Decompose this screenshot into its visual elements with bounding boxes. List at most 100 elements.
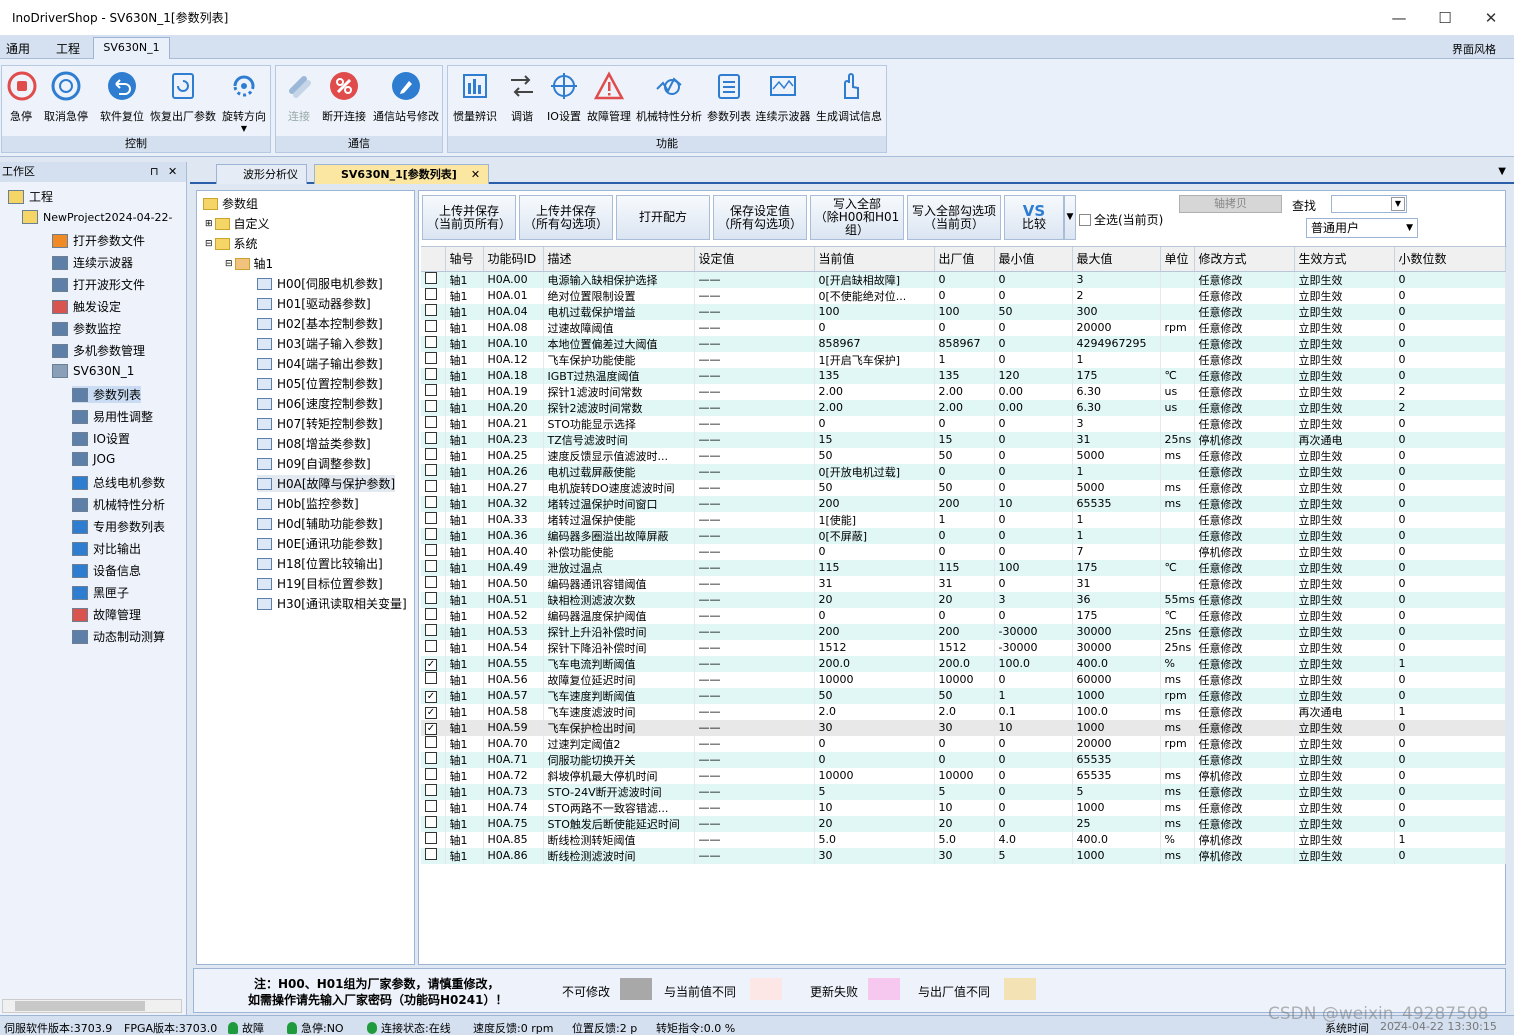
row-checkbox[interactable]: [425, 768, 437, 780]
workspace-item-3[interactable]: 连续示波器: [52, 254, 133, 271]
tree-group-item[interactable]: H0E[通讯功能参数]: [257, 535, 383, 552]
table-row[interactable]: 轴1 H0A.51 缺相检测滤波次数 —— 20 20 3 36 55ms 任意修改 立即生效 0: [421, 591, 1506, 608]
table-cell[interactable]: ——: [694, 399, 815, 416]
workspace-item-10[interactable]: 易用性调整: [72, 408, 153, 425]
row-checkbox[interactable]: [425, 624, 437, 636]
upload-save-checked-button[interactable]: 上传并保存 （所有勾选项）: [519, 195, 613, 240]
row-checkbox[interactable]: [425, 336, 437, 348]
table-row[interactable]: 轴1 H0A.18 IGBT过热温度阈值 —— 135 135 120 175 ℃ 任意修改 立即生…: [421, 367, 1506, 384]
checkbox-cell[interactable]: [421, 815, 446, 832]
column-header[interactable]: 修改方式: [1194, 247, 1295, 272]
menu-style[interactable]: 界面风格: [1452, 41, 1496, 57]
checkbox-cell[interactable]: [421, 831, 446, 848]
workspace-item-15[interactable]: 专用参数列表: [72, 518, 165, 535]
table-cell[interactable]: ——: [694, 671, 815, 688]
row-checkbox[interactable]: [425, 544, 437, 556]
table-cell[interactable]: ——: [694, 271, 815, 288]
table-row[interactable]: 轴1 H0A.75 STO触发后断使能延迟时间 —— 20 20 0 25 ms 任意修改 立即生效…: [421, 815, 1506, 832]
row-checkbox[interactable]: [425, 368, 437, 380]
workspace-item-4[interactable]: 打开波形文件: [52, 276, 145, 293]
tree-group-item[interactable]: H18[位置比较输出]: [257, 555, 383, 572]
row-checkbox[interactable]: [425, 832, 437, 844]
row-checkbox[interactable]: [425, 464, 437, 476]
workspace-item-5[interactable]: 触发设定: [52, 298, 121, 315]
row-checkbox[interactable]: ✓: [425, 706, 437, 719]
checkbox-cell[interactable]: [421, 415, 446, 432]
workspace-item-14[interactable]: 机械特性分析: [72, 496, 165, 513]
menu-project[interactable]: 工程: [56, 40, 80, 57]
table-row[interactable]: ✓ 轴1 H0A.57 飞车速度判断阈值 —— 50 50 1 1000 rpm 任意修改 立即生效 0: [421, 687, 1506, 704]
checkbox-cell[interactable]: [421, 447, 446, 464]
row-checkbox[interactable]: [425, 496, 437, 508]
workspace-item-8[interactable]: SV630N_1: [52, 364, 134, 378]
cancel-estop-button[interactable]: 取消急停: [42, 70, 90, 124]
checkbox-cell[interactable]: [421, 351, 446, 368]
compare-button[interactable]: VS 比较: [1004, 195, 1064, 240]
checkbox-cell[interactable]: [421, 495, 446, 512]
checkbox-cell[interactable]: [421, 319, 446, 336]
table-row[interactable]: 轴1 H0A.27 电机旋转DO速度滤波时间 —— 50 50 0 5000 ms 任意修改 立即生…: [421, 479, 1506, 496]
table-row[interactable]: ✓ 轴1 H0A.55 飞车电流判断阈值 —— 200.0 200.0 100.0 400.0%…: [421, 655, 1506, 672]
checkbox-cell[interactable]: [421, 623, 446, 640]
table-cell[interactable]: ——: [694, 687, 815, 704]
checkbox-cell[interactable]: [421, 767, 446, 784]
factory-reset-button[interactable]: 恢复出厂参数: [150, 70, 216, 124]
pin-icon[interactable]: ⊓: [150, 162, 159, 182]
table-cell[interactable]: ——: [694, 543, 815, 560]
table-row[interactable]: ✓ 轴1 H0A.59 飞车保护检出时间 —— 30 30 10 1000 ms 任意修改 立即生效 0: [421, 719, 1506, 736]
table-row[interactable]: 轴1 H0A.72 斜坡停机最大停机时间 —— 10000 10000 0 65535 ms 停机…: [421, 767, 1506, 784]
table-row[interactable]: 轴1 H0A.12 飞车保护功能使能 —— 1[开启飞车保护] 1 0 1 任意修改 立即生效 0: [421, 351, 1506, 368]
tabs-dropdown-icon[interactable]: ▼: [1498, 166, 1506, 177]
table-row[interactable]: 轴1 H0A.56 故障复位延迟时间 —— 10000 10000 0 60000 ms 任意修改…: [421, 671, 1506, 688]
tree-group-item[interactable]: H04[端子输出参数]: [257, 355, 383, 372]
workspace-item-17[interactable]: 设备信息: [72, 562, 141, 579]
tree-root[interactable]: 参数组: [203, 195, 258, 212]
column-header[interactable]: 小数位数: [1394, 247, 1506, 272]
row-checkbox[interactable]: [425, 272, 437, 284]
checkbox-cell[interactable]: [421, 303, 446, 320]
table-row[interactable]: 轴1 H0A.86 断线检测滤波时间 —— 30 30 5 1000 ms 停机修改 立即生效 0: [421, 847, 1506, 864]
rotation-direction-button[interactable]: 旋转方向 ▼: [220, 70, 268, 133]
table-row[interactable]: 轴1 H0A.50 编码器通讯容错阈值 —— 31 31 0 31 任意修改 立即生效 0: [421, 575, 1506, 592]
row-checkbox[interactable]: [425, 320, 437, 332]
checkbox-cell[interactable]: [421, 463, 446, 480]
column-header[interactable]: 单位: [1160, 247, 1195, 272]
horizontal-scrollbar[interactable]: [2, 999, 182, 1013]
row-checkbox[interactable]: [425, 816, 437, 828]
column-header[interactable]: 描述: [543, 247, 695, 272]
checkbox-cell[interactable]: [421, 287, 446, 304]
menu-general[interactable]: 通用: [6, 40, 30, 57]
connect-button[interactable]: 连接: [282, 70, 316, 124]
checkbox-cell[interactable]: [421, 335, 446, 352]
column-header[interactable]: 最小值: [994, 247, 1073, 272]
tree-group-item[interactable]: H00[伺服电机参数]: [257, 275, 383, 292]
workspace-item-0[interactable]: 工程: [8, 188, 53, 205]
checkbox-cell[interactable]: [421, 511, 446, 528]
workspace-item-6[interactable]: 参数监控: [52, 320, 121, 337]
table-row[interactable]: 轴1 H0A.70 过速判定阈值2 —— 0 0 0 20000 rpm 任意修改 立即生效 0: [421, 735, 1506, 752]
disconnect-button[interactable]: 断开连接: [320, 70, 368, 124]
table-row[interactable]: 轴1 H0A.32 堵转过温保护时间窗口 —— 200 200 10 65535 ms 任意修改立…: [421, 495, 1506, 512]
table-cell[interactable]: ——: [694, 783, 815, 800]
table-row[interactable]: 轴1 H0A.73 STO-24V断开滤波时间 —— 5 5 0 5 ms 任意修改 立即生效 0: [421, 783, 1506, 800]
checkbox-cell[interactable]: [421, 559, 446, 576]
close-icon[interactable]: ✕: [168, 162, 177, 182]
row-checkbox[interactable]: [425, 848, 437, 860]
save-set-value-button[interactable]: 保存设定值 （所有勾选项）: [713, 195, 807, 240]
checkbox-cell[interactable]: [421, 671, 446, 688]
tab-param-list[interactable]: SV630N_1[参数列表] ✕: [314, 164, 490, 184]
table-cell[interactable]: ——: [694, 335, 815, 352]
table-row[interactable]: 轴1 H0A.74 STO两路不一致容错滤... —— 10 10 0 1000 ms 任意修改立…: [421, 799, 1506, 816]
checkbox-cell[interactable]: [421, 575, 446, 592]
param-list-button[interactable]: 参数列表: [706, 70, 752, 124]
table-row[interactable]: 轴1 H0A.53 探针上升沿补偿时间 —— 200 200 -30000 30000 25ns…: [421, 623, 1506, 640]
checkbox-cell[interactable]: [421, 271, 446, 288]
checkbox-cell[interactable]: [421, 735, 446, 752]
row-checkbox[interactable]: [425, 400, 437, 412]
table-cell[interactable]: ——: [694, 591, 815, 608]
table-cell[interactable]: ——: [694, 383, 815, 400]
station-modify-button[interactable]: 通信站号修改: [371, 70, 441, 124]
row-checkbox[interactable]: [425, 608, 437, 620]
row-checkbox[interactable]: [425, 752, 437, 764]
table-cell[interactable]: ——: [694, 639, 815, 656]
